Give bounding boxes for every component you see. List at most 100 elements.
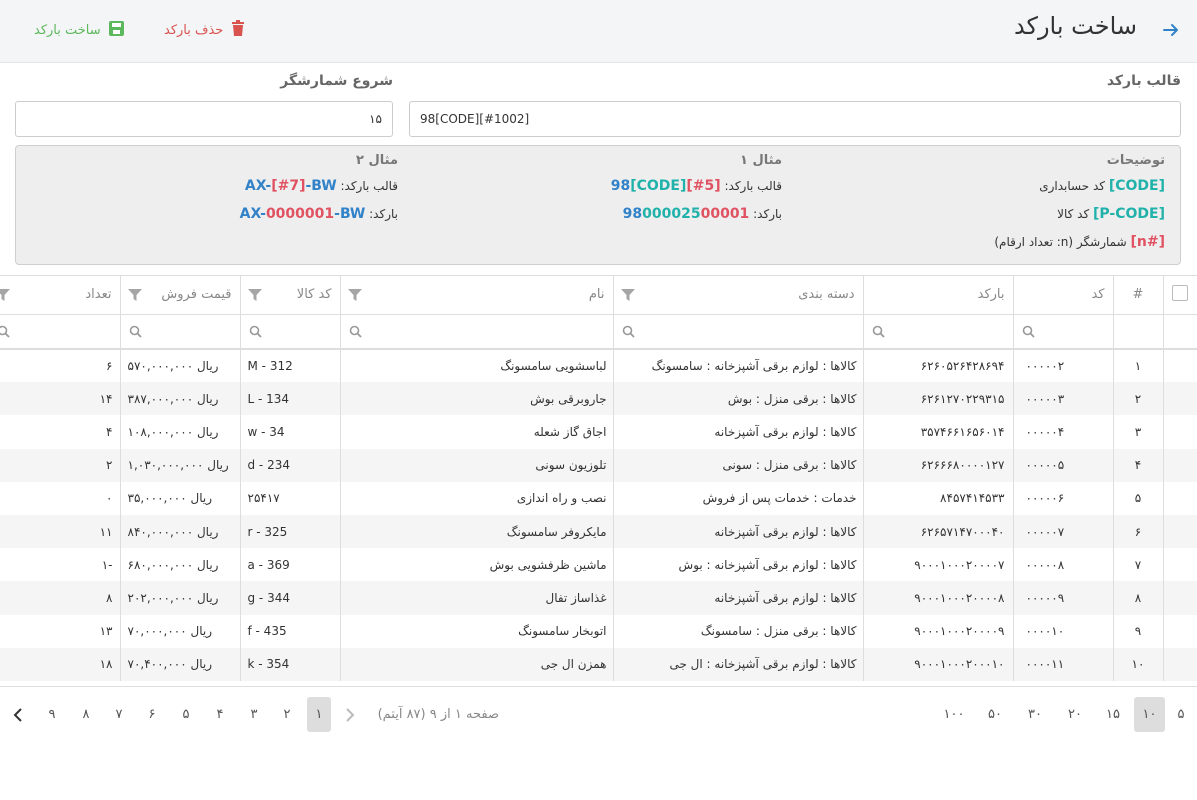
cell-product-code: a - 369 <box>239 548 340 582</box>
col-barcode[interactable]: بارکد <box>862 276 1013 314</box>
next-page-button[interactable] <box>8 697 28 732</box>
page-size-option[interactable]: ۳۰ <box>1021 697 1049 732</box>
cell-product-code: k - 354 <box>239 647 340 681</box>
cell-product-code: L - 134 <box>239 382 340 416</box>
cell-product-code: g - 344 <box>239 581 340 615</box>
page-number[interactable]: ۸ <box>75 697 97 732</box>
page-number[interactable]: ۹ <box>41 697 63 732</box>
col-name[interactable]: نام <box>339 276 613 314</box>
search-cell-product-code[interactable] <box>239 313 340 350</box>
row-select-cell[interactable] <box>1162 382 1197 416</box>
row-select-cell[interactable] <box>1162 448 1197 482</box>
filter-icon[interactable] <box>347 288 363 306</box>
cell-product-code: w - 34 <box>239 415 340 449</box>
page-number[interactable]: ۷ <box>108 697 130 732</box>
create-barcode-button[interactable]: ساخت بارکد <box>34 18 124 42</box>
cell-barcode: ۹۰۰۰۱۰۰۰۲۰۰۰۱۰ <box>862 647 1013 681</box>
page-size-option[interactable]: ۱۵ <box>1099 697 1127 732</box>
cell-price: ریال ۱,۰۳۰,۰۰۰,۰۰۰ <box>119 448 240 482</box>
table-row[interactable]: ۹ ۰۰۰۰۱۰ ۹۰۰۰۱۰۰۰۲۰۰۰۰۹ کالاها : برقی منزل … <box>0 614 1197 648</box>
header-row: # کد بارکد دسته بندی نام کد کالا قیمت فر… <box>0 276 1197 314</box>
cell-code: ۰۰۰۰۰۸ <box>1012 548 1113 582</box>
page-number[interactable]: ۲ <box>276 697 298 732</box>
filter-icon[interactable] <box>0 288 11 306</box>
search-cell-qty[interactable] <box>0 313 120 350</box>
page-number-active[interactable]: ۱ <box>307 697 331 732</box>
table-row[interactable]: ۲ ۰۰۰۰۰۳ ۶۲۶۱۲۷۰۲۲۹۳۱۵ کالاها : برقی منزل :… <box>0 382 1197 416</box>
cell-product-code: r - 325 <box>239 514 340 549</box>
ex1-bar-prefix: 98 <box>622 206 643 222</box>
col-product-code[interactable]: کد کالا <box>239 276 340 314</box>
table-row[interactable]: ۴ ۰۰۰۰۰۵ ۶۲۶۶۶۸۰۰۰۰۱۲۷ کالاها : برقی منزل :… <box>0 448 1197 482</box>
col-index[interactable]: # <box>1112 276 1163 314</box>
ex1-bar-counter: 00001 <box>700 206 750 222</box>
cell-product-code: M - 312 <box>239 349 340 383</box>
cell-name: جاروبرقی بوش <box>339 382 613 416</box>
search-icon <box>0 325 10 342</box>
search-cell-price[interactable] <box>119 313 240 350</box>
table-row[interactable]: ۳ ۰۰۰۰۰۴ ۳۵۷۴۶۶۱۶۵۶۰۱۴ کالاها : لوازم برقی … <box>0 415 1197 449</box>
template-input[interactable] <box>409 101 1181 137</box>
row-select-cell[interactable] <box>1162 481 1197 515</box>
cell-category: کالاها : لوازم برقی آشپزخانه : ال جی <box>612 647 863 681</box>
filter-icon[interactable] <box>247 288 263 306</box>
delete-barcode-button[interactable]: حذف بارکد <box>164 18 245 42</box>
page-size-option[interactable]: ۲۰ <box>1061 697 1089 732</box>
page-number[interactable]: ۶ <box>141 697 163 732</box>
counter-start-input[interactable] <box>15 101 393 137</box>
col-price[interactable]: قیمت فروش <box>119 276 240 314</box>
select-all-checkbox[interactable] <box>1172 284 1189 301</box>
col-category-label: دسته بندی <box>798 287 855 303</box>
row-select-cell[interactable] <box>1162 647 1197 681</box>
row-select-cell[interactable] <box>1162 614 1197 648</box>
table-row[interactable]: ۵ ۰۰۰۰۰۶ ۸۴۵۷۴۱۴۵۳۳ خدمات : خدمات پس از فرو… <box>0 481 1197 515</box>
arrow-right-icon[interactable] <box>1161 20 1181 40</box>
col-barcode-label: بارکد <box>977 287 1005 303</box>
table-row[interactable]: ۱ ۰۰۰۰۰۲ ۶۲۶۰۵۲۶۴۲۸۶۹۴ کالاها : لوازم برقی … <box>0 349 1197 383</box>
cell-qty: ۴ <box>0 415 120 449</box>
cell-category: کالاها : لوازم برقی آشپزخانه : سامسونگ <box>612 349 863 383</box>
page-number[interactable]: ۳ <box>243 697 265 732</box>
cell-price: ریال ۷۰,۴۰۰,۰۰۰ <box>119 647 240 681</box>
page-header: ساخت بارکد حذف بارکد ساخت بارکد <box>0 0 1197 63</box>
row-select-cell[interactable] <box>1162 548 1197 582</box>
filter-icon[interactable] <box>127 288 143 306</box>
search-cell-category[interactable] <box>612 313 863 350</box>
ex2-tmpl-suffix: -BW <box>305 178 337 194</box>
page-size-option[interactable]: ۵۰ <box>981 697 1009 732</box>
search-cell-name[interactable] <box>339 313 613 350</box>
cell-product-code: d - 234 <box>239 448 340 482</box>
example2-barcode: بارکد: AX-0000001-BW <box>240 206 398 222</box>
row-select-cell[interactable] <box>1162 349 1197 383</box>
cell-qty: -۱ <box>0 548 120 582</box>
col-qty[interactable]: تعداد <box>0 276 120 314</box>
page-size-option[interactable]: ۱۰۰ <box>937 697 971 732</box>
table-row[interactable]: ۸ ۰۰۰۰۰۹ ۹۰۰۰۱۰۰۰۲۰۰۰۰۸ کالاها : لوازم برقی… <box>0 581 1197 615</box>
page-number[interactable]: ۴ <box>209 697 231 732</box>
row-select-cell[interactable] <box>1162 415 1197 449</box>
table-row[interactable]: ۷ ۰۰۰۰۰۸ ۹۰۰۰۱۰۰۰۲۰۰۰۰۷ کالاها : لوازم برقی… <box>0 548 1197 582</box>
col-category[interactable]: دسته بندی <box>612 276 863 314</box>
filter-icon[interactable] <box>620 288 636 306</box>
search-cell-code[interactable] <box>1012 313 1113 350</box>
page-size-option[interactable]: ۵ <box>1170 697 1192 732</box>
ex2-bar-prefix: AX- <box>239 206 266 222</box>
table-row[interactable]: ۶ ۰۰۰۰۰۷ ۶۲۶۵۷۱۴۷۰۰۰۴۰ کالاها : لوازم برقی … <box>0 514 1197 549</box>
cell-name: ماشین ظرفشویی بوش <box>339 548 613 582</box>
search-cell-barcode[interactable] <box>862 313 1013 350</box>
row-select-cell[interactable] <box>1162 514 1197 549</box>
cell-category: کالاها : لوازم برقی آشپزخانه <box>612 514 863 549</box>
cell-index: ۵ <box>1112 481 1163 515</box>
page-number[interactable]: ۵ <box>175 697 197 732</box>
table-row[interactable]: ۱۰ ۰۰۰۰۱۱ ۹۰۰۰۱۰۰۰۲۰۰۰۱۰ کالاها : لوازم برق… <box>0 647 1197 681</box>
col-code[interactable]: کد <box>1012 276 1113 314</box>
row-select-cell[interactable] <box>1162 581 1197 615</box>
search-icon <box>872 325 885 342</box>
pager: ۵ ۱۰ ۱۵ ۲۰ ۳۰ ۵۰ ۱۰۰ صفحه ۱ از ۹ (۸۷ آیت… <box>0 686 1197 741</box>
cell-name: نصب و راه اندازی <box>339 481 613 515</box>
cell-code: ۰۰۰۰۰۷ <box>1012 514 1113 549</box>
pcode-desc: کد کالا <box>1057 207 1090 221</box>
page-size-option-active[interactable]: ۱۰ <box>1134 697 1165 732</box>
prev-page-button[interactable] <box>340 697 360 732</box>
select-all-cell[interactable] <box>1162 276 1197 314</box>
